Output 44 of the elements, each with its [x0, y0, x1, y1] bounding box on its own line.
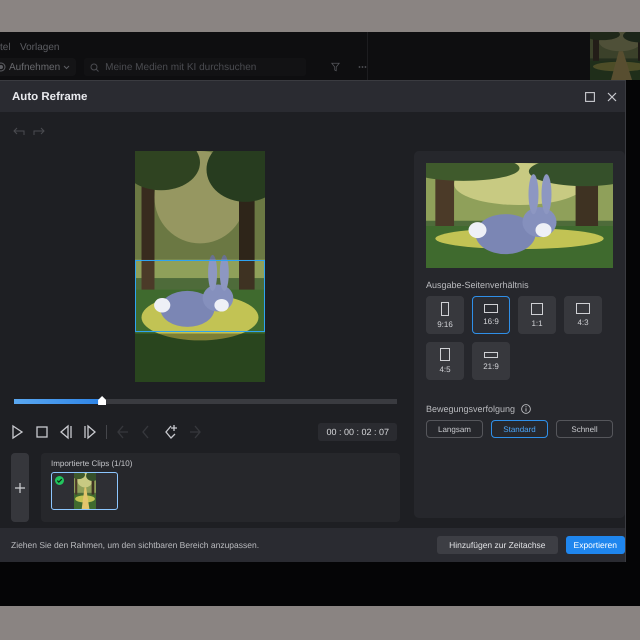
search-icon [90, 62, 100, 72]
tracking-option[interactable]: Schnell [556, 420, 613, 438]
ratio-icon [484, 304, 498, 313]
close-icon[interactable] [607, 92, 617, 102]
nav-label: Vorlagen [20, 42, 60, 54]
info-icon[interactable] [521, 404, 532, 414]
aspect-ratio-option[interactable]: 16:9 [472, 296, 510, 334]
previous-frame-icon[interactable] [58, 424, 74, 440]
ratio-icon [531, 302, 543, 314]
tracking-option[interactable]: Langsam [426, 420, 483, 438]
chevron-down-icon [63, 64, 70, 70]
maximize-icon[interactable] [585, 92, 595, 102]
timecode: 00 : 00 : 02 : 07 [318, 423, 397, 441]
nav-label: tel [0, 42, 12, 54]
export-button[interactable]: Exportieren [566, 536, 625, 554]
crop-frame[interactable] [135, 260, 265, 332]
aspect-ratio-option[interactable]: 4:3 [564, 296, 602, 334]
clip-thumbnail[interactable] [51, 472, 118, 510]
more-icon[interactable] [358, 65, 368, 69]
play-icon[interactable] [10, 424, 26, 440]
add-keyframe-icon[interactable] [163, 424, 179, 440]
add-to-timeline-button[interactable]: Hinzufügen zur Zeitachse [437, 536, 558, 554]
filter-icon[interactable] [331, 61, 340, 73]
next-frame-icon[interactable] [82, 424, 98, 440]
aspect-ratio-option[interactable]: 9:16 [426, 296, 464, 334]
aspect-ratio-option[interactable]: 21:9 [472, 342, 510, 380]
clips-title: Importierte Clips (1/10) [51, 459, 134, 468]
add-clip-button[interactable] [11, 453, 29, 522]
aspect-ratio-option[interactable]: 1:1 [518, 296, 556, 334]
playhead-handle[interactable] [98, 396, 106, 405]
ratio-icon [576, 303, 590, 314]
stop-icon[interactable] [34, 424, 50, 440]
plus-icon [15, 482, 25, 492]
ratio-icon [484, 352, 498, 358]
aspect-ratio-label: Ausgabe-Seitenverhältnis [426, 280, 530, 290]
motion-tracking-label: Bewegungsverfolgung [426, 404, 516, 414]
window-title: Auto Reframe [12, 90, 88, 102]
hint-text: Ziehen Sie den Rahmen, um den sichtbaren Bereich anzupassen. [11, 540, 260, 550]
ratio-icon [441, 302, 449, 316]
ratio-icon [440, 348, 450, 361]
search-field[interactable]: Meine Medien mit KI durchsuchen [84, 58, 306, 76]
tracking-option[interactable]: Standard [491, 420, 548, 438]
progress-track[interactable] [14, 399, 397, 404]
aspect-ratio-option[interactable]: 4:5 [426, 342, 464, 380]
